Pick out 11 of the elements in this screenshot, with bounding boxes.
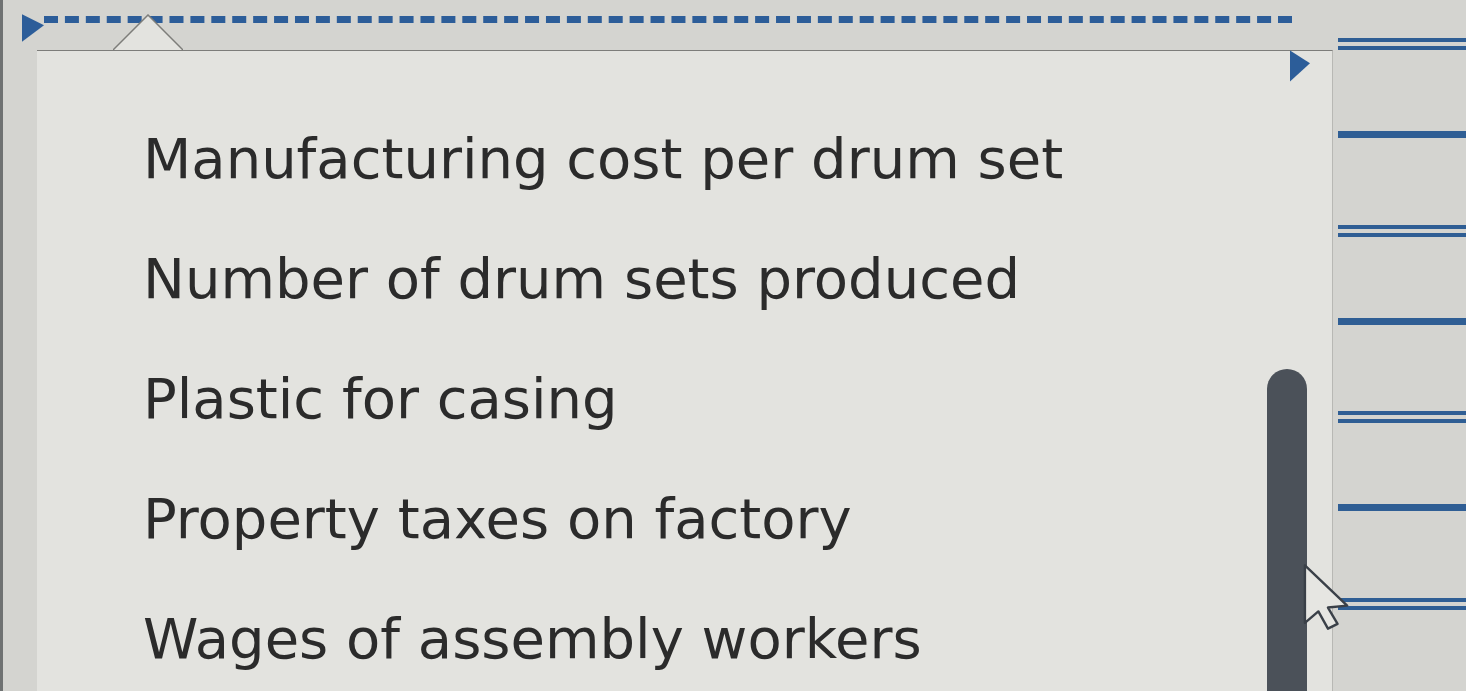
scrollbar-thumb[interactable] [1267, 369, 1307, 691]
fill-in-line[interactable] [1338, 224, 1466, 237]
dropdown-option[interactable]: Wages of assembly workers [143, 607, 922, 671]
dropdown-option[interactable]: Property taxes on factory [143, 487, 852, 551]
fill-in-line[interactable] [1338, 411, 1466, 424]
dropdown-option[interactable]: Manufacturing cost per drum set [143, 127, 1064, 191]
arrow-marker-icon [22, 14, 44, 42]
arrow-marker-icon [1290, 50, 1310, 82]
dropdown-option[interactable]: Plastic for casing [143, 367, 618, 431]
dropdown-option[interactable]: Number of drum sets produced [143, 247, 1020, 311]
fill-in-line[interactable] [1338, 38, 1466, 50]
